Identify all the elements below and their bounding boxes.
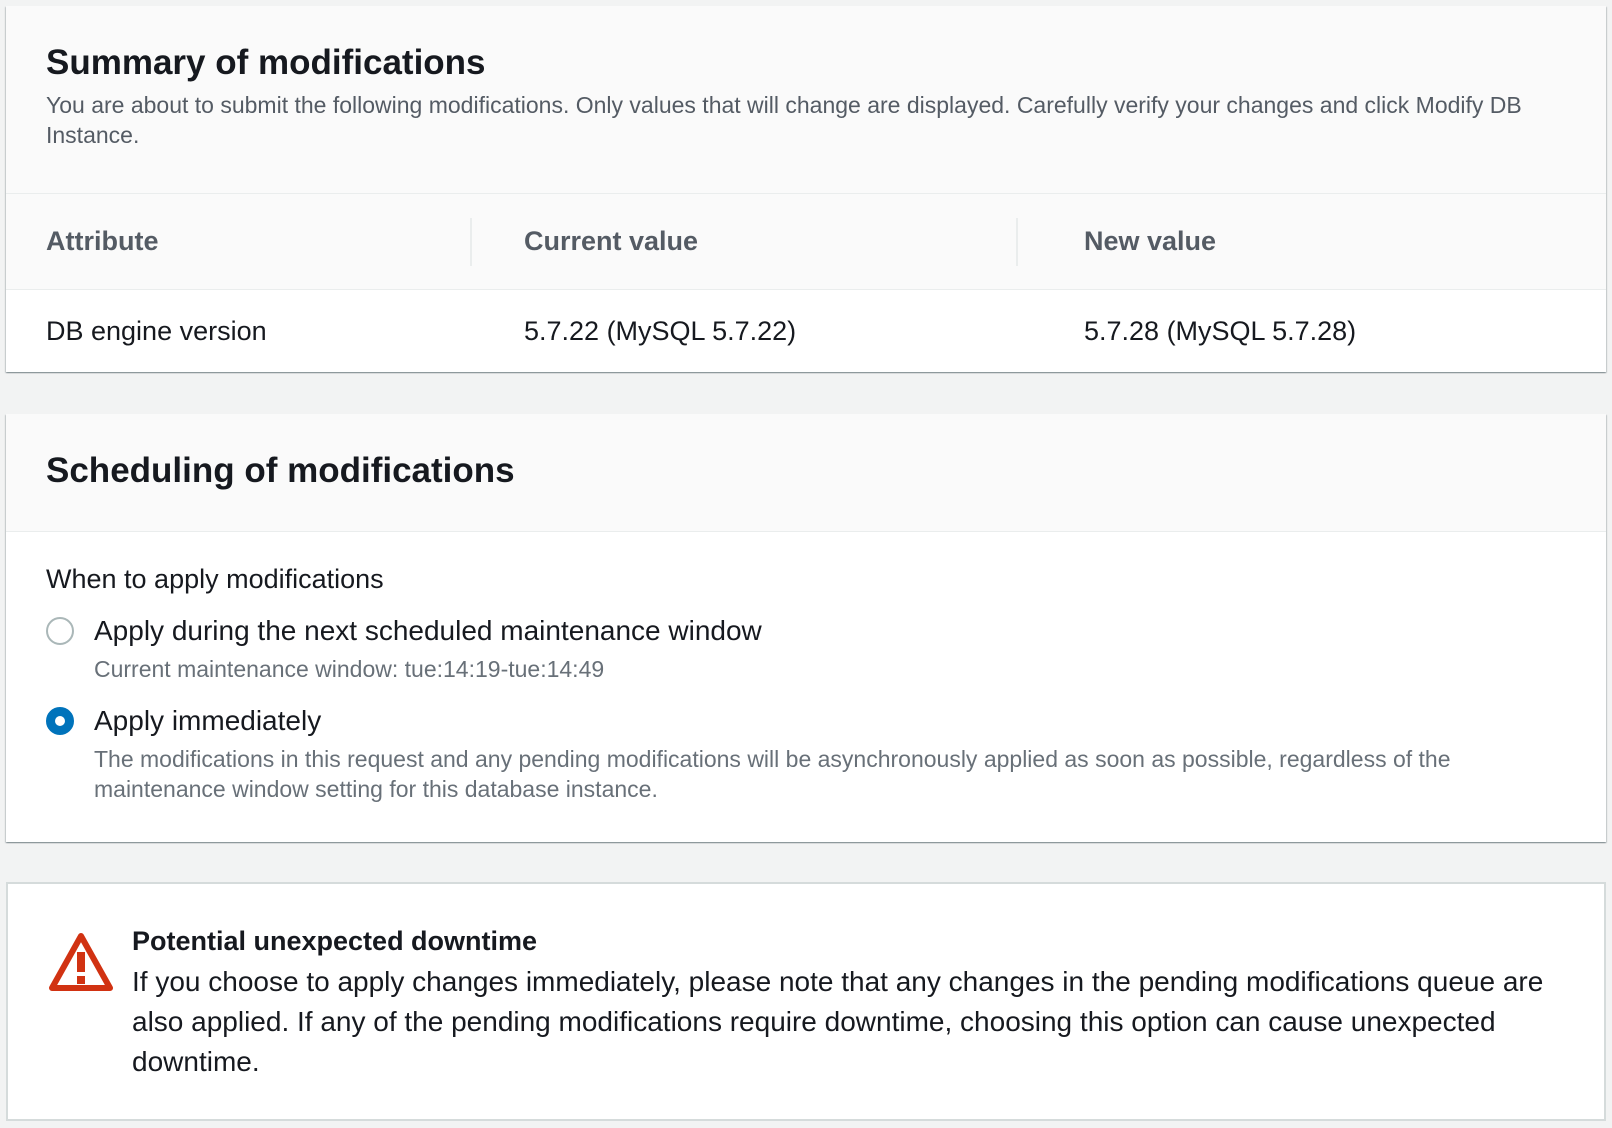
radio-button-apply-immediately[interactable] (46, 707, 74, 735)
summary-title: Summary of modifications (46, 43, 486, 82)
cell-attribute: DB engine version (46, 316, 267, 346)
warning-alert: Potential unexpected downtime If you cho… (6, 882, 1606, 1121)
warning-message: If you choose to apply changes immediate… (132, 966, 1544, 1077)
radio-label-next-window[interactable]: Apply during the next scheduled maintena… (94, 614, 762, 648)
cell-new-value: 5.7.28 (MySQL 5.7.28) (1084, 316, 1357, 346)
radio-description-next-window: Current maintenance window: tue:14:19-tu… (94, 656, 605, 682)
table-header: Attribute Current value New value (6, 194, 1606, 290)
column-divider (1016, 218, 1018, 266)
warning-triangle-icon (49, 933, 113, 991)
cell-current-value: 5.7.22 (MySQL 5.7.22) (524, 316, 797, 346)
scheduling-header: Scheduling of modifications (6, 414, 1606, 532)
column-divider (470, 218, 472, 266)
column-header-new-value: New value (1084, 226, 1217, 256)
radio-button-next-window[interactable] (46, 617, 74, 645)
warning-title: Potential unexpected downtime (132, 926, 538, 956)
summary-panel: Summary of modifications You are about t… (6, 6, 1606, 372)
scheduling-title: Scheduling of modifications (46, 451, 515, 490)
column-header-attribute: Attribute (46, 226, 159, 256)
summary-description: You are about to submit the following mo… (46, 92, 1522, 148)
radio-description-apply-immediately: The modifications in this request and an… (94, 746, 1451, 802)
table-row: DB engine version 5.7.22 (MySQL 5.7.22) … (6, 290, 1606, 372)
scheduling-panel: Scheduling of modifications When to appl… (6, 414, 1606, 842)
column-header-current-value: Current value (524, 226, 699, 256)
radio-label-apply-immediately[interactable]: Apply immediately (94, 704, 321, 738)
summary-header: Summary of modifications You are about t… (6, 6, 1606, 194)
when-to-apply-label: When to apply modifications (46, 564, 384, 594)
